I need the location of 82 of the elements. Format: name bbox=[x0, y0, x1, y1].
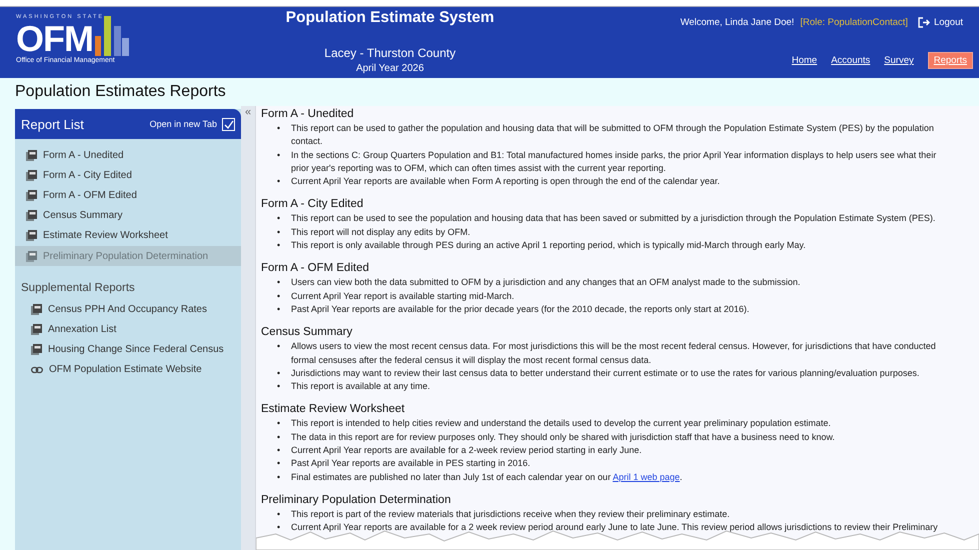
nav-link[interactable]: Survey bbox=[884, 53, 914, 68]
sidebar-title: Report List bbox=[21, 116, 85, 132]
report-item[interactable]: Form A - City Edited bbox=[15, 165, 241, 186]
bullet-marker: • bbox=[277, 122, 282, 135]
document-icon bbox=[31, 324, 42, 335]
new-tab-label: Open in new Tab bbox=[150, 119, 217, 129]
bullet-text: This report can be used to gather the population and housing data that will be submitted to OFM through the Population Estimate System (PES) by the population contact. bbox=[291, 122, 935, 148]
bullet-text: This report is intended to help cities review and understand the details used to develop the current year preliminary population estimate. bbox=[291, 417, 832, 430]
bullet-marker: • bbox=[277, 444, 282, 458]
bullet-text: This report is only available through PES during an active April 1 reporting period, which is typically mid-March through early May. bbox=[291, 239, 807, 252]
report-item[interactable]: Census Summary bbox=[15, 206, 241, 226]
collapse-button[interactable]: « bbox=[244, 106, 252, 118]
web-page-link[interactable]: April 1 web page bbox=[612, 472, 680, 482]
section-heading: Form A - Unedited bbox=[261, 108, 355, 120]
bullet-text: This report is part of the review materials that jurisdictions receive when they review their preliminary estimate. bbox=[291, 508, 731, 521]
bullet-marker: • bbox=[277, 340, 282, 354]
nav-link[interactable]: Home bbox=[792, 53, 818, 68]
bullet-text: Final estimates are published no later than July 1st of each calendar year on our April 1 web page. bbox=[291, 470, 684, 484]
bullet-text: Users can view both the data submitted to OFM by a jurisdiction and any changes that an OFM analyst made to the submission. bbox=[291, 276, 802, 290]
bullet-text: This report can be used to see the population and housing data that has been saved or submitted by a jurisdiction through the Population Estimate System (PES). bbox=[291, 212, 936, 226]
bullet-text: Current April Year reports are available for a 2 week review period around early June to late June. This review period allows jurisdictions to review their Preliminary bbox=[291, 521, 939, 534]
report-item[interactable]: Form A - Unedited bbox=[15, 145, 241, 166]
nav-link[interactable]: Accounts bbox=[831, 53, 870, 68]
bullet-text: In the sections C: Group Quarters Population and B1: Total manufactured homes inside parks, the prior April Year information displays to help users see what their prior year's reporting was to OFM, which can often times assist with the current year reporting. bbox=[291, 148, 938, 175]
section-heading: Estimate Review Worksheet bbox=[261, 403, 406, 416]
location-text: Lacey - Thurston County bbox=[324, 46, 456, 60]
section-heading: Preliminary Population Determination bbox=[261, 494, 452, 506]
bullet-marker: • bbox=[277, 226, 282, 239]
bullet-marker: • bbox=[277, 521, 282, 534]
bullet-text: Allows users to view the most recent census data. For most jurisdictions this will be the most recent federal census. However, for jurisdictions that have conducted formal censuses after the federal census it will display the most recent formal census data. bbox=[291, 340, 937, 367]
logo-text: OFM bbox=[16, 22, 93, 56]
section-heading: Supplemental Reports bbox=[21, 282, 136, 294]
bullet-marker: • bbox=[277, 175, 282, 188]
report-item[interactable]: OFM Population Estimate Website bbox=[15, 360, 241, 380]
bullet-marker: • bbox=[277, 212, 282, 226]
logout-link[interactable]: Logout bbox=[918, 17, 963, 28]
bullet-marker: • bbox=[277, 239, 282, 252]
section-heading: Form A - OFM Edited bbox=[261, 262, 370, 274]
bullet-marker: • bbox=[277, 302, 282, 316]
document-icon bbox=[26, 210, 37, 222]
bar-graph-icon bbox=[94, 16, 129, 56]
role-text: [Role: PopulationContact] bbox=[800, 17, 908, 28]
report-item[interactable]: Annexation List bbox=[15, 319, 241, 340]
report-item[interactable]: Housing Change Since Federal Census bbox=[15, 340, 241, 360]
bullet-text: Current April Year reports are available for a 2-week review period starting in early June. bbox=[291, 444, 643, 458]
bullet-marker: • bbox=[277, 380, 282, 394]
section-heading: Census Summary bbox=[261, 326, 354, 338]
bullet-marker: • bbox=[277, 290, 282, 303]
bullet-text: This report is available at any time. bbox=[291, 380, 432, 394]
bullet-text: Current April Year reports are available when Form A reporting is open through the end of the calendar year. bbox=[291, 175, 721, 188]
document-icon bbox=[26, 150, 37, 161]
link-icon bbox=[31, 366, 43, 374]
page-title: Population Estimates Reports bbox=[15, 83, 226, 101]
bullet-marker: • bbox=[277, 366, 282, 380]
bullet-text: Jurisdictions may want to review their last census data to better understand their current estimate or to use the rates for various planning/evaluation purposes. bbox=[291, 366, 920, 380]
year-text: April Year 2026 bbox=[356, 63, 424, 74]
bullet-marker: • bbox=[277, 276, 282, 290]
bullet-marker: • bbox=[277, 457, 282, 470]
document-icon bbox=[26, 170, 37, 181]
app-title: Population Estimate System bbox=[286, 9, 494, 27]
welcome-text: Welcome, Linda Jane Doe! bbox=[680, 17, 794, 28]
bullet-marker: • bbox=[277, 417, 282, 430]
document-icon bbox=[31, 344, 42, 356]
bullet-text: Past April Year reports are available in PES starting in 2016. bbox=[291, 457, 532, 470]
bullet-text: Current April Year report is available starting mid-March. bbox=[291, 290, 516, 303]
bullet-marker: • bbox=[277, 508, 282, 521]
bullet-text: Past April Year reports are available for the prior decade years (for the 2010 decade, the reports only start at 2016). bbox=[291, 302, 750, 316]
document-icon bbox=[26, 250, 37, 262]
document-icon bbox=[31, 304, 42, 315]
bullet-marker: • bbox=[277, 430, 282, 444]
document-icon bbox=[26, 230, 37, 242]
bullet-text: This report will not display any edits by OFM. bbox=[291, 226, 472, 239]
logout-icon bbox=[918, 17, 930, 28]
report-item[interactable]: Estimate Review Worksheet bbox=[15, 226, 241, 246]
bullet-text: The data in this report are for review purposes only. They should only be shared with jurisdiction staff that have a business need to know. bbox=[291, 430, 836, 444]
section-heading: Form A - City Edited bbox=[261, 198, 364, 210]
report-item[interactable]: Census PPH And Occupancy Rates bbox=[15, 299, 241, 320]
bullet-marker: • bbox=[277, 470, 282, 484]
new-tab-checkbox[interactable] bbox=[222, 118, 235, 130]
bullet-marker: • bbox=[277, 148, 282, 162]
document-icon bbox=[26, 190, 37, 201]
report-item[interactable]: Form A - OFM Edited bbox=[15, 185, 241, 206]
